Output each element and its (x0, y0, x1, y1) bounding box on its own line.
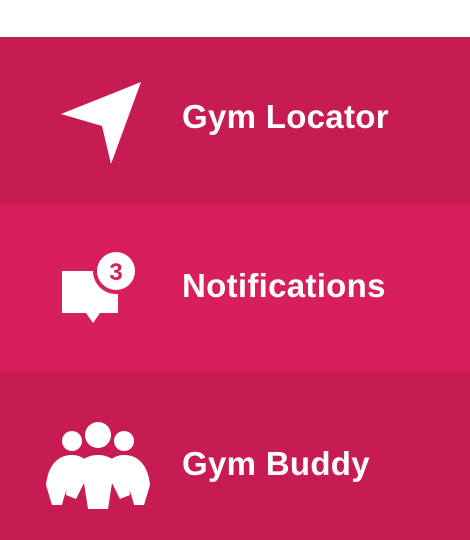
menu-item-gym-locator[interactable]: Gym Locator (0, 37, 470, 205)
menu-item-label: Gym Locator (182, 98, 389, 135)
navigation-arrow-icon (36, 71, 160, 171)
menu-item-notifications[interactable]: 3 Notifications (0, 205, 470, 372)
menu-item-gym-buddy[interactable]: Gym Buddy (0, 372, 470, 540)
menu-item-label: Gym Buddy (182, 445, 370, 482)
top-strip (0, 0, 470, 37)
notification-badge-count: 3 (109, 259, 122, 286)
muscle-group-icon (36, 414, 160, 514)
chat-bubble-icon: 3 (36, 239, 160, 339)
side-menu: Gym Locator 3 Notifications Gym Buddy (0, 0, 470, 540)
menu-item-label: Notifications (182, 267, 386, 304)
